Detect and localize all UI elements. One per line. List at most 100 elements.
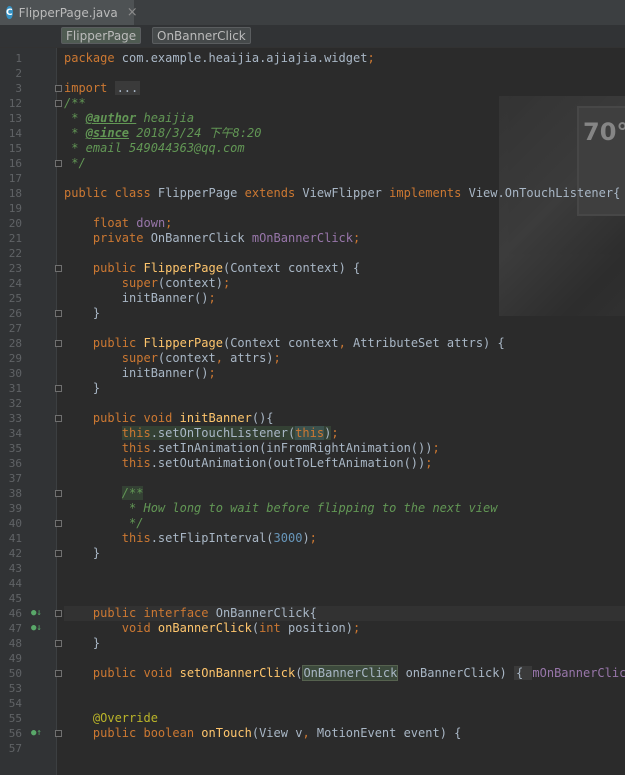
implementation-marker-icon[interactable]: ●↓ [31, 606, 42, 621]
code-token: (context [157, 351, 216, 365]
fold-toggle-icon[interactable] [54, 606, 63, 621]
code-line[interactable] [64, 681, 625, 696]
fold-toggle-icon[interactable] [54, 381, 63, 396]
fold-toggle-icon[interactable] [54, 726, 63, 741]
code-line[interactable] [64, 561, 625, 576]
code-token: @since [85, 126, 130, 140]
close-icon[interactable]: × [127, 5, 138, 20]
line-number: 41 [8, 532, 22, 545]
code-line[interactable]: } [64, 546, 625, 561]
code-line[interactable] [64, 741, 625, 756]
code-line[interactable]: @Override [64, 711, 625, 726]
code-line[interactable] [64, 171, 625, 186]
code-line[interactable]: } [64, 306, 625, 321]
code-token: (View v [251, 726, 303, 740]
fold-box-icon [55, 310, 62, 317]
code-line[interactable]: import ... [64, 81, 625, 96]
code-line[interactable]: this.setOnTouchListener(this); [64, 426, 625, 441]
code-line[interactable]: public interface OnBannerClick{ [64, 606, 625, 621]
code-token: OnBannerClick{ [215, 606, 317, 620]
fold-toggle-icon[interactable] [54, 81, 63, 96]
code-line[interactable]: this.setOutAnimation(outToLeftAnimation(… [64, 456, 625, 471]
code-token: down [136, 216, 166, 230]
code-line[interactable] [64, 696, 625, 711]
code-line[interactable] [64, 651, 625, 666]
code-line[interactable]: this.setFlipInterval(3000); [64, 531, 625, 546]
code-line[interactable] [64, 66, 625, 81]
code-line[interactable]: void onBannerClick(int position); [64, 621, 625, 636]
code-line[interactable]: package com.example.heaijia.ajiajia.widg… [64, 51, 625, 66]
implementation-marker-icon[interactable]: ●↓ [31, 621, 42, 636]
code-line[interactable]: * How long to wait before flipping to th… [64, 501, 625, 516]
code-line[interactable] [64, 471, 625, 486]
code-token: ) [302, 531, 310, 545]
line-number: 36 [8, 457, 22, 470]
line-number-gutter[interactable]: 1 2 3 12 13 14 15 16 17 18 19 20 21 22 23 24 25 26 27 28 29 3… [0, 48, 57, 775]
implementation-marker-icon[interactable]: ●↑ [31, 726, 42, 741]
fold-toggle-icon[interactable] [54, 261, 63, 276]
code-line[interactable] [64, 396, 625, 411]
line-number: 34 [8, 427, 22, 440]
line-number: 32 [8, 397, 22, 410]
code-editor[interactable]: 70°c package com.example.heaijia.ajiajia… [64, 48, 625, 775]
fold-toggle-icon[interactable] [54, 636, 63, 651]
code-token: ; [208, 291, 216, 305]
code-line[interactable] [64, 201, 625, 216]
line-number: 48 [8, 637, 22, 650]
code-token: public [92, 261, 144, 275]
code-line[interactable]: public FlipperPage(Context context, Attr… [64, 336, 625, 351]
fold-toggle-icon[interactable] [54, 516, 63, 531]
code-line[interactable] [64, 246, 625, 261]
code-line[interactable]: /** [64, 96, 625, 111]
code-line[interactable] [64, 576, 625, 591]
fold-toggle-icon[interactable] [54, 306, 63, 321]
line-number: 20 [8, 217, 22, 230]
code-line[interactable]: super(context); [64, 276, 625, 291]
code-line[interactable]: initBanner(); [64, 366, 625, 381]
code-line[interactable]: public class FlipperPage extends ViewFli… [64, 186, 625, 201]
line-number: 45 [8, 592, 22, 605]
code-line[interactable]: this.setInAnimation(inFromRightAnimation… [64, 441, 625, 456]
code-line[interactable]: /** [64, 486, 625, 501]
breadcrumb-item-flipperpage[interactable]: FlipperPage [61, 27, 142, 44]
tab-flipperpage-java[interactable]: C FlipperPage.java × [0, 0, 138, 25]
code-line[interactable]: public boolean onTouch(View v, MotionEve… [64, 726, 625, 741]
code-line[interactable]: */ [64, 156, 625, 171]
code-line[interactable]: super(context, attrs); [64, 351, 625, 366]
fold-toggle-icon[interactable] [54, 156, 63, 171]
code-line[interactable]: * @author heaijia [64, 111, 625, 126]
code-line[interactable]: } [64, 381, 625, 396]
line-number: 3 [15, 82, 22, 95]
code-line[interactable] [64, 591, 625, 606]
line-number: 24 [8, 277, 22, 290]
code-line[interactable]: * @since 2018/3/24 下午8:20 [64, 126, 625, 141]
breadcrumb-item-onbannerclick[interactable]: OnBannerClick [152, 27, 251, 44]
code-line[interactable]: initBanner(); [64, 291, 625, 306]
code-token: private [92, 231, 151, 245]
code-token: ; [425, 456, 433, 470]
code-line[interactable]: public void setOnBannerClick(OnBannerCli… [64, 665, 625, 681]
code-line[interactable]: } [64, 636, 625, 651]
code-token: AttributeSet attrs) { [353, 336, 505, 350]
fold-toggle-icon[interactable] [54, 546, 63, 561]
code-token: this [121, 456, 151, 470]
line-number: 28 [8, 337, 22, 350]
code-line[interactable]: */ [64, 516, 625, 531]
code-line[interactable]: private OnBannerClick mOnBannerClick; [64, 231, 625, 246]
code-token: int [259, 621, 288, 635]
code-line[interactable]: public FlipperPage(Context context) { [64, 261, 625, 276]
fold-toggle-icon[interactable] [54, 666, 63, 681]
code-token: ; [353, 621, 361, 635]
code-line[interactable] [64, 321, 625, 336]
code-line[interactable]: public void initBanner(){ [64, 411, 625, 426]
fold-toggle-icon[interactable] [54, 336, 63, 351]
fold-toggle-icon[interactable] [54, 486, 63, 501]
code-line[interactable]: float down; [64, 216, 625, 231]
code-token: public class [64, 186, 158, 200]
fold-box-icon [55, 160, 62, 167]
fold-toggle-icon[interactable] [54, 96, 63, 111]
fold-toggle-icon[interactable] [54, 411, 63, 426]
code-token: .setFlipInterval( [150, 531, 274, 545]
code-line[interactable]: * email 549044363@qq.com [64, 141, 625, 156]
